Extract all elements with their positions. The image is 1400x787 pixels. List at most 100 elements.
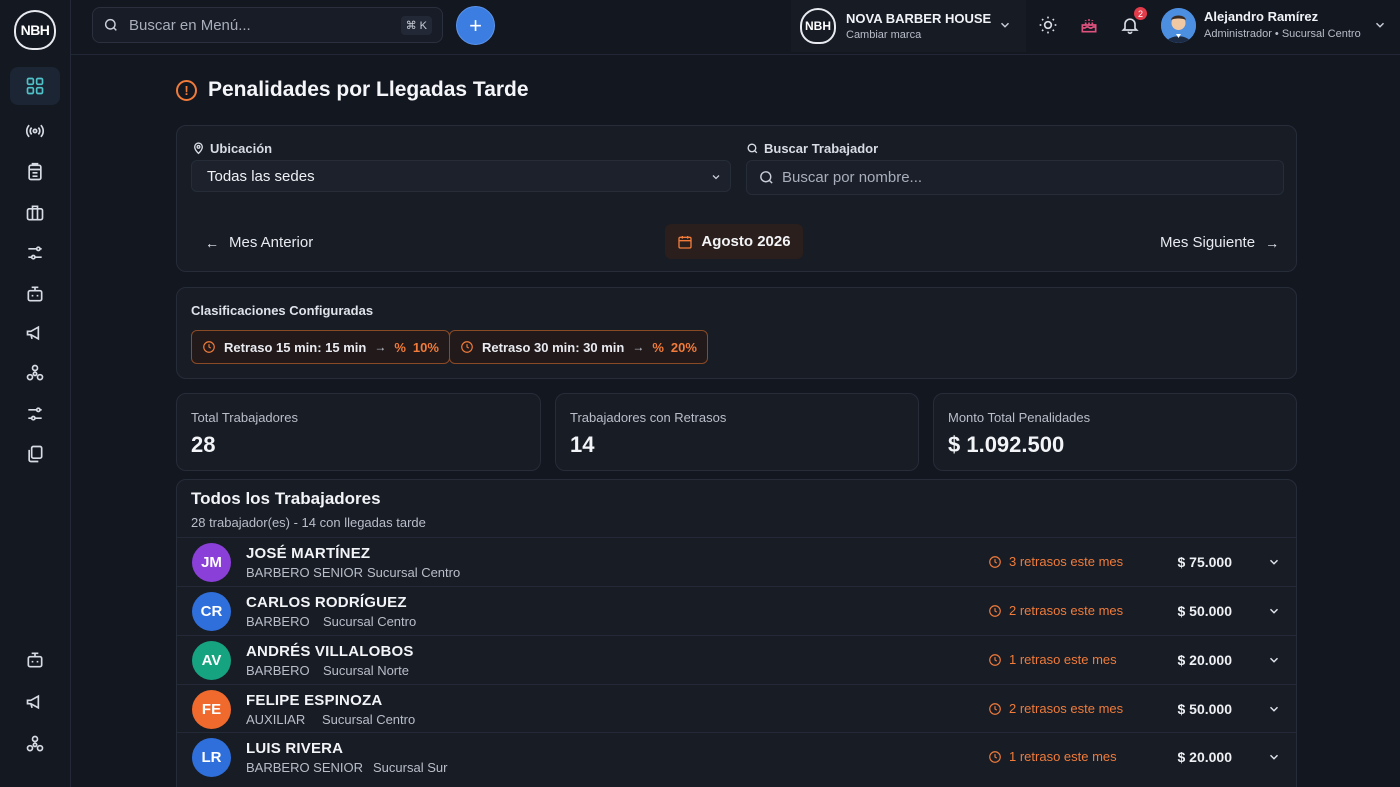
sidebar-item-broadcast[interactable] [10,112,60,150]
location-select-value: Todas las sedes [207,167,315,185]
briefcase-icon [26,205,44,221]
worker-search-input[interactable] [782,169,1262,186]
sidebar-item-filters[interactable] [10,395,60,433]
chevron-down-icon [712,175,720,180]
classification-chip[interactable]: Retraso 30 min: 30 min → % 20% [449,330,708,364]
shortcut-hint: ⌘ K [400,16,432,35]
brand-switcher-logo: NBH [800,8,836,44]
sidebar-item-settings[interactable] [10,234,60,272]
alert-circle-icon: ! [176,79,197,101]
worker-search-label-text: Buscar Trabajador [764,141,879,156]
chevron-down-icon[interactable] [1373,18,1387,32]
late-count: 3 retrasos este mes [988,554,1123,569]
table-row[interactable]: AV ANDRÉS VILLALOBOS BARBERO Sucursal No… [177,635,1296,684]
stat-label: Total Trabajadores [191,410,298,425]
prev-month-button[interactable]: ← Mes Anterior [205,234,313,251]
page-header: ! Penalidades por Llegadas Tarde [176,78,529,102]
worker-name: CARLOS RODRÍGUEZ [246,594,407,611]
workers-title: Todos los Trabajadores [191,489,381,508]
chevron-down-icon[interactable] [1267,750,1281,764]
penalty-amount: $ 50.000 [1177,701,1233,717]
notification-badge: 2 [1134,7,1147,20]
arrow-left-icon: ← [205,234,219,251]
sidebar-item-dashboard[interactable] [10,67,60,105]
add-button[interactable]: + [456,6,495,45]
avatar: CR [192,592,231,631]
calendar-icon [678,235,693,249]
chevron-down-icon[interactable] [1267,702,1281,716]
penalty-amount: $ 50.000 [1177,603,1233,619]
worker-search-label: Buscar Trabajador [746,141,878,156]
sidebar-item-robot-bottom[interactable] [10,641,60,679]
search-icon [760,171,773,184]
search-icon [104,18,117,31]
avatar: FE [192,690,231,729]
menu-search[interactable]: ⌘ K [92,7,443,43]
sun-icon[interactable] [1038,15,1058,35]
sidebar-item-robot[interactable] [10,275,60,313]
avatar[interactable] [1161,8,1196,43]
classification-chip[interactable]: Retraso 15 min: 15 min → % 10% [191,330,450,364]
worker-branch: Sucursal Centro [323,614,417,629]
workers-subtitle: 28 trabajador(es) - 14 con llegadas tard… [191,515,426,530]
robot-icon [27,286,43,302]
menu-search-input[interactable] [129,16,389,34]
sidebar-item-megaphone[interactable] [10,314,60,352]
late-count-text: 1 retraso este mes [1009,749,1117,764]
classification-label: Retraso 15 min: 15 min [224,339,367,355]
user-name: Alejandro Ramírez [1204,9,1319,24]
workers-card: Todos los Trabajadores 28 trabajador(es)… [176,479,1297,787]
late-count-text: 1 retraso este mes [1009,652,1117,667]
location-label-text: Ubicación [210,141,273,156]
robot-icon [27,652,43,668]
sliders-icon [28,246,42,260]
table-row[interactable]: LR LUIS RIVERA BARBERO SENIOR Sucursal S… [177,732,1296,781]
cake-icon[interactable] [1079,15,1099,35]
penalty-amount: $ 75.000 [1177,554,1233,570]
worker-branch: Sucursal Centro [322,712,416,727]
late-count-text: 2 retrasos este mes [1009,603,1124,618]
worker-role: AUXILIAR [246,712,306,727]
table-row[interactable]: FE FELIPE ESPINOZA AUXILIAR Sucursal Cen… [177,684,1296,733]
late-count-text: 3 retrasos este mes [1009,554,1124,569]
chevron-down-icon[interactable] [1267,555,1281,569]
late-count: 2 retrasos este mes [988,603,1123,618]
late-count: 2 retrasos este mes [988,701,1123,716]
current-month-chip[interactable]: Agosto 2026 [665,224,803,259]
sidebar-item-network-bottom[interactable] [10,725,60,763]
brand-switcher[interactable]: NBH NOVA BARBER HOUSE Cambiar marca [791,0,1026,52]
percent-icon: % [394,339,406,355]
worker-search[interactable] [746,160,1284,195]
broadcast-icon [25,124,45,138]
worker-name: FELIPE ESPINOZA [246,692,383,709]
worker-role: BARBERO [246,663,310,678]
search-icon [747,143,758,154]
sidebar-item-megaphone-bottom[interactable] [10,683,60,721]
clock-icon [989,604,1001,617]
user-avatar-icon [1161,8,1196,43]
network-icon [26,735,44,752]
next-month-button[interactable]: Mes Siguiente → [1160,234,1279,251]
sidebar-item-building[interactable] [10,153,60,191]
topbar: ⌘ K + NBH NOVA BARBER HOUSE Cambiar marc… [71,0,1400,55]
brand-logo[interactable]: NBH [14,10,56,50]
user-role: Administrador • Sucursal Centro [1204,28,1361,40]
sidebar-item-network[interactable] [10,354,60,392]
table-row[interactable]: JM JOSÉ MARTÍNEZ BARBERO SENIOR Sucursal… [177,537,1296,586]
next-month-label: Mes Siguiente [1160,234,1256,251]
chevron-down-icon[interactable] [1267,604,1281,618]
sidebar-item-briefcase[interactable] [10,194,60,232]
table-row[interactable]: CR CARLOS RODRÍGUEZ BARBERO Sucursal Cen… [177,586,1296,635]
penalty-amount: $ 20.000 [1177,652,1233,668]
worker-name: JOSÉ MARTÍNEZ [246,545,371,562]
location-select[interactable]: Todas las sedes [191,160,731,192]
prev-month-label: Mes Anterior [229,234,314,251]
classifications-title: Clasificaciones Configuradas [191,303,374,318]
clock-icon [461,341,473,353]
late-count-text: 2 retrasos este mes [1009,701,1124,716]
map-pin-icon [194,142,203,155]
sidebar-item-layers[interactable] [10,435,60,473]
worker-role: BARBERO [246,614,310,629]
chevron-down-icon[interactable] [1267,653,1281,667]
percent-icon: % [652,339,664,355]
